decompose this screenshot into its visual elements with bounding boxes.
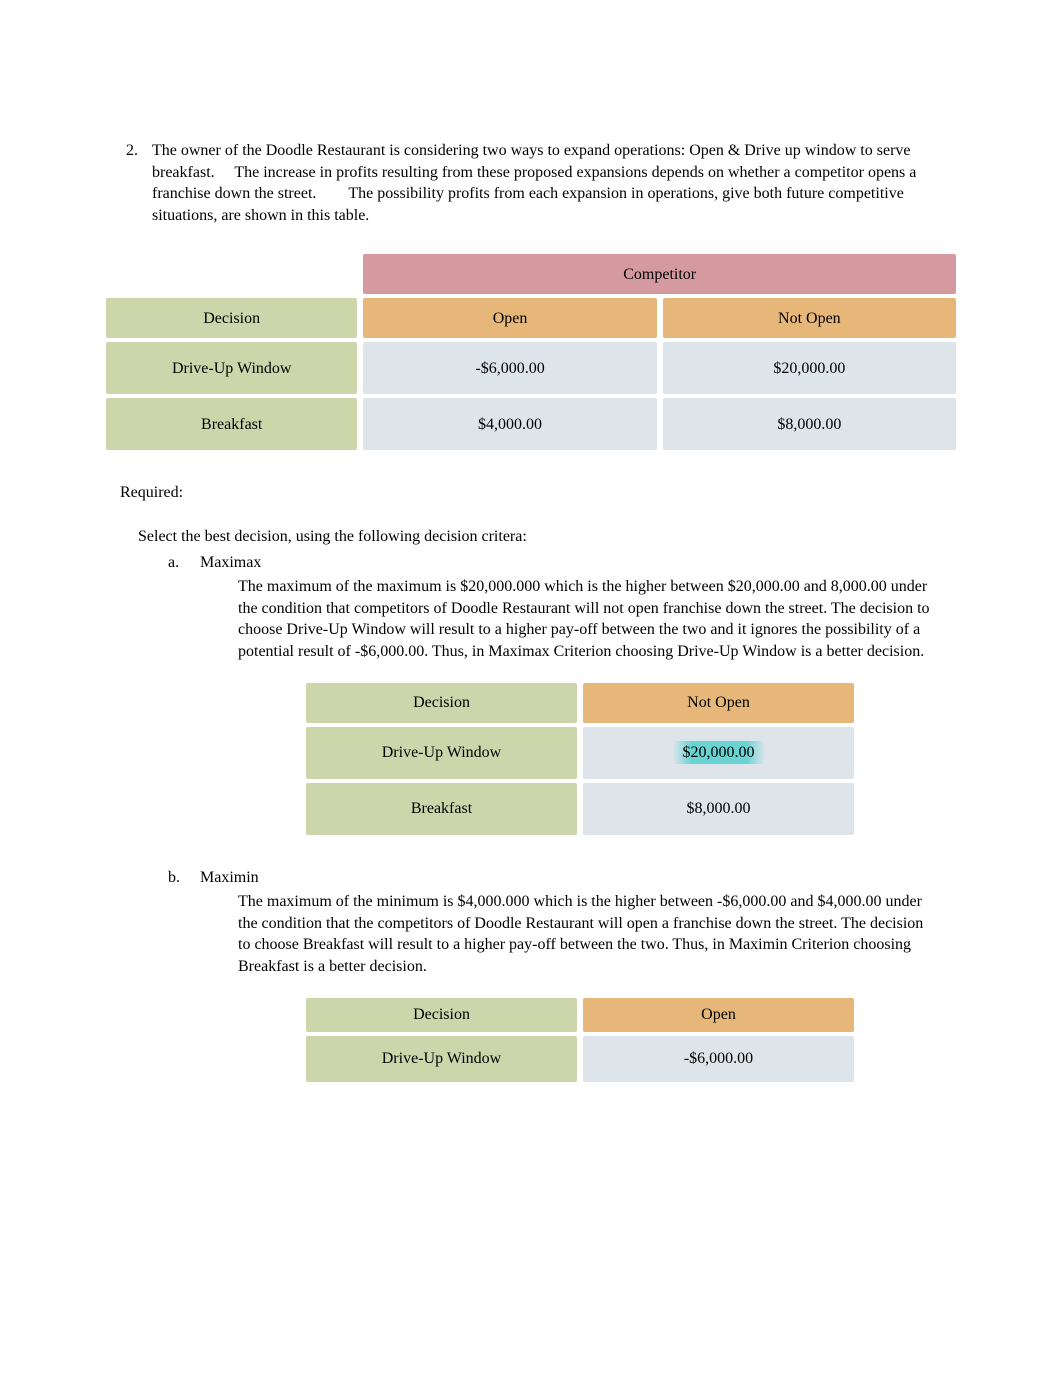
maximin-table-container: Decision Open Drive-Up Window -$6,000.00 [300,994,860,1086]
part-letter: b. [168,867,200,889]
row-label-breakfast: Breakfast [106,398,357,450]
table-row: Decision Not Open [306,683,854,723]
maximax-table-container: Decision Not Open Drive-Up Window $20,00… [300,679,860,839]
question-number: 2. [110,140,152,226]
question-text: The owner of the Doodle Restaurant is co… [152,140,952,226]
cell-value-highlighted: $20,000.00 [583,727,854,779]
row-label-breakfast: Breakfast [306,783,577,835]
question-block: 2. The owner of the Doodle Restaurant is… [110,140,952,226]
blank-cell [106,254,357,294]
decision-header: Decision [106,298,357,338]
table-row: Breakfast $4,000.00 $8,000.00 [106,398,956,450]
cell-value: $8,000.00 [583,783,854,835]
column-header-not-open: Not Open [663,298,956,338]
cell-value: $4,000.00 [363,398,656,450]
cell-value: $20,000.00 [663,342,956,394]
cell-value: -$6,000.00 [363,342,656,394]
competitor-header: Competitor [363,254,956,294]
part-a-heading: a. Maximax [168,552,952,574]
maximin-table: Decision Open Drive-Up Window -$6,000.00 [300,994,860,1086]
table-row: Breakfast $8,000.00 [306,783,854,835]
highlight: $20,000.00 [673,741,765,764]
part-b-text: The maximum of the minimum is $4,000.000… [238,891,932,977]
part-title: Maximin [200,867,259,889]
criteria-lead-line: Select the best decision, using the foll… [138,526,952,548]
payoff-table-container: Competitor Decision Open Not Open Drive-… [100,250,962,454]
part-a-text: The maximum of the maximum is $20,000.00… [238,576,932,662]
part-title: Maximax [200,552,261,574]
decision-header: Decision [306,998,577,1032]
cell-value: -$6,000.00 [583,1036,854,1082]
table-row: Drive-Up Window $20,000.00 [306,727,854,779]
table-row: Competitor [106,254,956,294]
table-row: Drive-Up Window -$6,000.00 $20,000.00 [106,342,956,394]
row-label-driveup: Drive-Up Window [306,1036,577,1082]
cell-value: $8,000.00 [663,398,956,450]
required-label: Required: [120,482,952,504]
decision-header: Decision [306,683,577,723]
column-header-not-open: Not Open [583,683,854,723]
row-label-driveup: Drive-Up Window [106,342,357,394]
column-header-open: Open [363,298,656,338]
payoff-table: Competitor Decision Open Not Open Drive-… [100,250,962,454]
row-label-driveup: Drive-Up Window [306,727,577,779]
maximax-table: Decision Not Open Drive-Up Window $20,00… [300,679,860,839]
table-row: Drive-Up Window -$6,000.00 [306,1036,854,1082]
part-b-heading: b. Maximin [168,867,952,889]
part-letter: a. [168,552,200,574]
table-row: Decision Open [306,998,854,1032]
table-row: Decision Open Not Open [106,298,956,338]
column-header-open: Open [583,998,854,1032]
